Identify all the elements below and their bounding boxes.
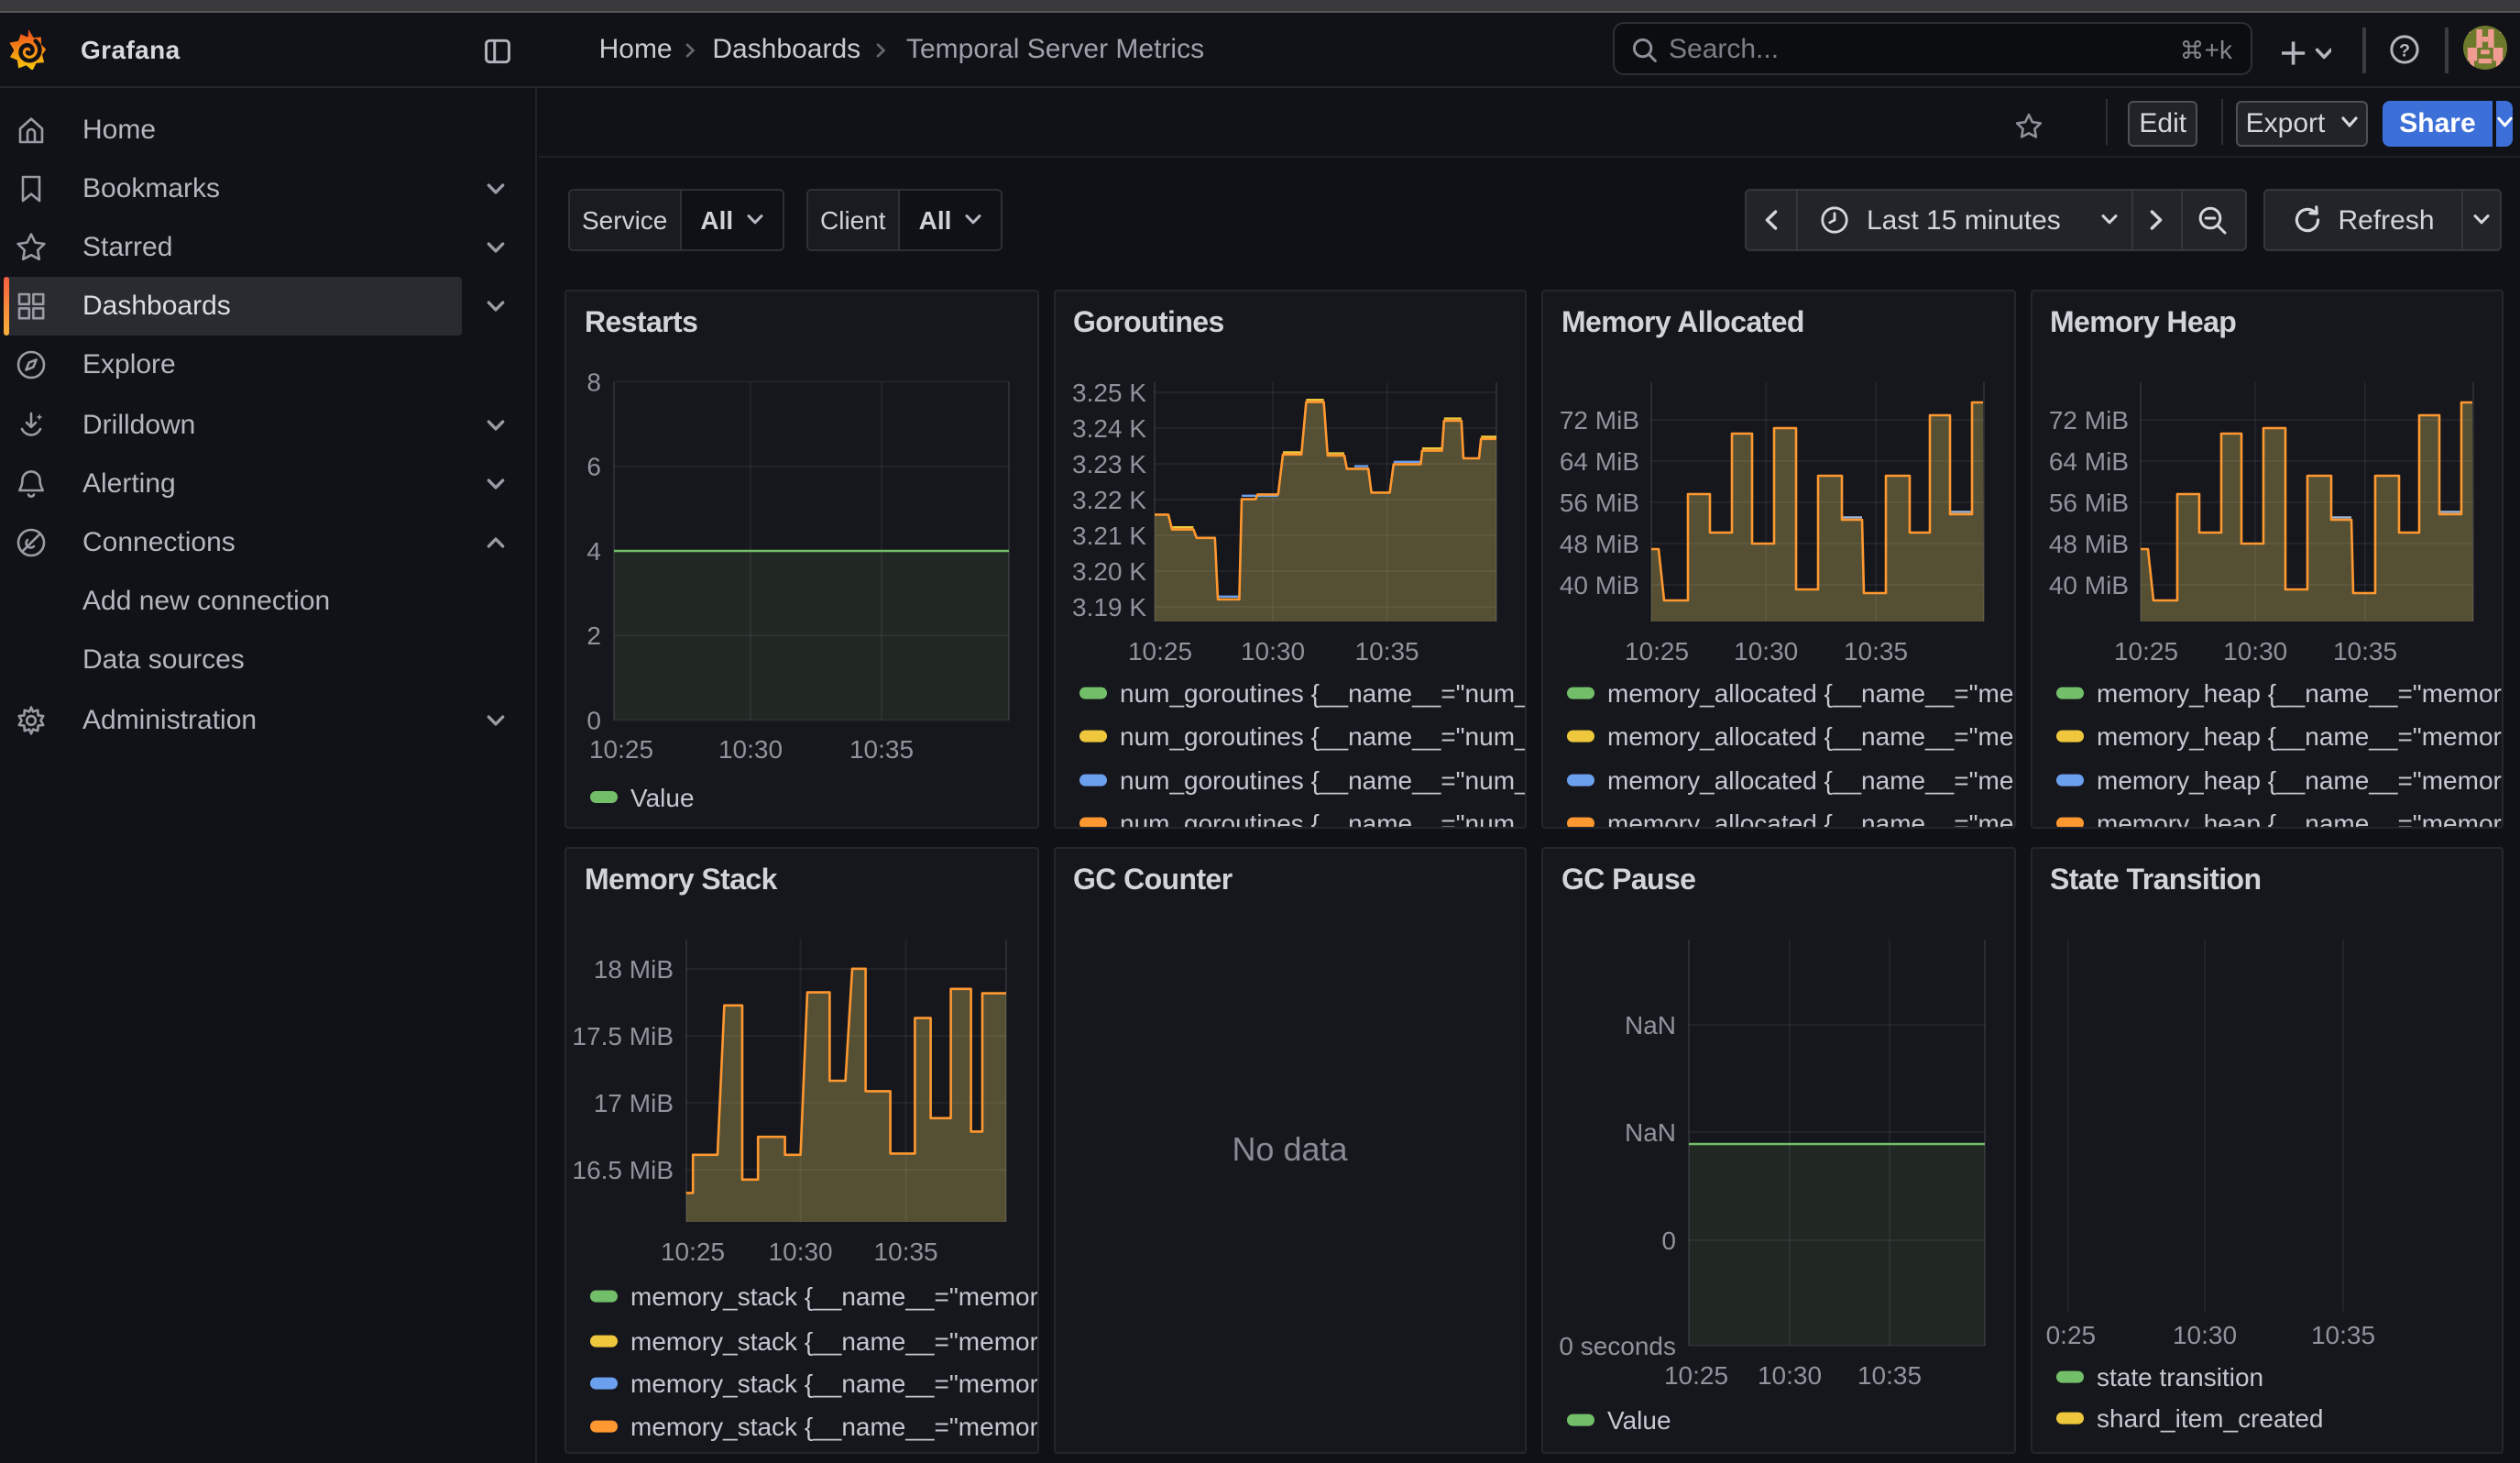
svg-text:72 MiB: 72 MiB: [2048, 405, 2128, 434]
svg-text:10:35: 10:35: [2332, 636, 2396, 665]
svg-text:memory_allocated {__name__="me: memory_allocated {__name__="memo: [1607, 721, 2015, 750]
svg-text:64 MiB: 64 MiB: [2048, 446, 2128, 475]
svg-text:2: 2: [586, 621, 601, 649]
svg-text:NaN: NaN: [1625, 1117, 1676, 1146]
svg-text:3.23 K: 3.23 K: [1071, 449, 1145, 478]
svg-text:3.22 K: 3.22 K: [1071, 485, 1145, 513]
svg-text:10:25: 10:25: [1625, 636, 1689, 665]
svg-text:10:30: 10:30: [1734, 636, 1798, 665]
svg-text:10:30: 10:30: [1758, 1360, 1822, 1389]
svg-text:state transition: state transition: [2096, 1362, 2263, 1391]
svg-text:memory_heap {__name__="memory_: memory_heap {__name__="memory_h: [2096, 721, 2504, 750]
svg-text:17.5 MiB: 17.5 MiB: [573, 1021, 674, 1050]
svg-text:17 MiB: 17 MiB: [594, 1088, 674, 1116]
svg-text:0 seconds: 0 seconds: [1559, 1331, 1676, 1359]
svg-text:Value: Value: [1607, 1405, 1671, 1434]
svg-text:6: 6: [586, 452, 601, 480]
svg-text:10:30: 10:30: [718, 734, 783, 763]
svg-text:10:35: 10:35: [849, 734, 914, 763]
svg-text:10:35: 10:35: [874, 1237, 938, 1265]
svg-text:memory_heap {__name__="memory_: memory_heap {__name__="memory_h: [2096, 808, 2504, 828]
svg-text:10:25: 10:25: [1127, 636, 1191, 665]
svg-text:memory_stack {__name__="memory: memory_stack {__name__="memory_s: [630, 1282, 1038, 1310]
svg-text:4: 4: [586, 536, 601, 565]
svg-text:18 MiB: 18 MiB: [594, 954, 674, 983]
svg-text:memory_heap {__name__="memory_: memory_heap {__name__="memory_h: [2096, 678, 2504, 707]
svg-text:10:30: 10:30: [2172, 1320, 2236, 1348]
svg-text:num_goroutines {__name__="num_: num_goroutines {__name__="num_go: [1119, 678, 1527, 707]
svg-text:memory_stack {__name__="memory: memory_stack {__name__="memory_s: [630, 1326, 1038, 1355]
svg-text:num_goroutines {__name__="num_: num_goroutines {__name__="num_go: [1119, 721, 1527, 750]
svg-text:3.19 K: 3.19 K: [1071, 592, 1145, 621]
svg-text:num_goroutines {__name__="num_: num_goroutines {__name__="num_go: [1119, 765, 1527, 794]
svg-text:0:25: 0:25: [2045, 1320, 2096, 1348]
svg-text:0: 0: [1661, 1226, 1676, 1254]
svg-text:72 MiB: 72 MiB: [1560, 405, 1639, 434]
svg-text:10:30: 10:30: [2222, 636, 2286, 665]
svg-text:10:30: 10:30: [1240, 636, 1304, 665]
svg-text:3.20 K: 3.20 K: [1071, 556, 1145, 585]
svg-text:40 MiB: 40 MiB: [2048, 570, 2128, 599]
svg-text:56 MiB: 56 MiB: [2048, 488, 2128, 516]
svg-text:10:35: 10:35: [1857, 1360, 1922, 1389]
svg-text:56 MiB: 56 MiB: [1560, 488, 1639, 516]
svg-text:10:35: 10:35: [1354, 636, 1419, 665]
svg-text:10:25: 10:25: [1664, 1360, 1728, 1389]
svg-text:3.21 K: 3.21 K: [1071, 521, 1145, 549]
svg-text:16.5 MiB: 16.5 MiB: [573, 1155, 674, 1183]
svg-text:10:35: 10:35: [2310, 1320, 2374, 1348]
svg-text:memory_heap {__name__="memory_: memory_heap {__name__="memory_h: [2096, 765, 2504, 794]
svg-text:3.24 K: 3.24 K: [1071, 413, 1145, 442]
svg-text:10:30: 10:30: [769, 1237, 833, 1265]
svg-text:?: ?: [2400, 40, 2411, 60]
svg-text:10:25: 10:25: [589, 734, 653, 763]
svg-text:3.25 K: 3.25 K: [1071, 378, 1145, 406]
svg-text:memory_allocated {__name__="me: memory_allocated {__name__="memo: [1607, 678, 2015, 707]
svg-text:8: 8: [586, 368, 601, 396]
svg-text:shard_item_created: shard_item_created: [2096, 1403, 2322, 1432]
svg-text:64 MiB: 64 MiB: [1560, 446, 1639, 475]
svg-text:num_goroutines {__name__="num_: num_goroutines {__name__="num_go: [1119, 808, 1527, 828]
svg-text:0: 0: [586, 706, 601, 734]
svg-text:10:35: 10:35: [1844, 636, 1908, 665]
svg-text:memory_allocated {__name__="me: memory_allocated {__name__="memo: [1607, 765, 2015, 794]
svg-text:48 MiB: 48 MiB: [2048, 529, 2128, 557]
svg-text:memory_stack {__name__="memory: memory_stack {__name__="memory_s: [630, 1412, 1038, 1440]
svg-text:NaN: NaN: [1625, 1010, 1676, 1039]
svg-text:Value: Value: [630, 783, 695, 811]
svg-text:48 MiB: 48 MiB: [1560, 529, 1639, 557]
svg-text:10:25: 10:25: [2113, 636, 2177, 665]
svg-text:memory_allocated {__name__="me: memory_allocated {__name__="memo: [1607, 808, 2015, 828]
svg-text:40 MiB: 40 MiB: [1560, 570, 1639, 599]
svg-text:10:25: 10:25: [661, 1237, 725, 1265]
svg-text:memory_stack {__name__="memory: memory_stack {__name__="memory_s: [630, 1369, 1038, 1397]
